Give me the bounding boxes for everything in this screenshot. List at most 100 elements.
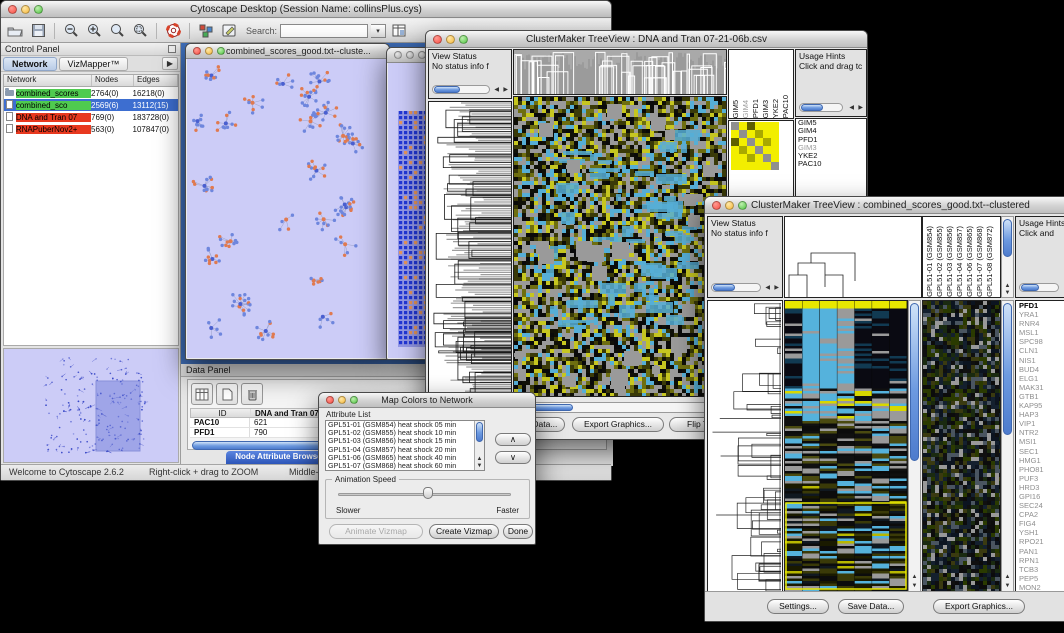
usage-hints-scrollbar[interactable]	[1019, 283, 1059, 292]
scroll-left-icon[interactable]: ◀	[765, 285, 770, 291]
treeview1-titlebar[interactable]: ClusterMaker TreeView : DNA and Tran 07-…	[426, 31, 867, 48]
matrix-cell[interactable]	[755, 130, 763, 138]
matrix-cell[interactable]	[739, 154, 747, 162]
search-dropdown-arrow[interactable]: ▾	[371, 24, 386, 38]
save-session-button[interactable]	[28, 22, 48, 40]
tv1-row-label[interactable]: PAC10	[796, 160, 866, 168]
close-button[interactable]	[193, 47, 201, 55]
zoom-button[interactable]	[34, 5, 43, 14]
scroll-left-icon[interactable]: ◀	[494, 87, 499, 93]
gene-label[interactable]: YSH1	[1016, 528, 1064, 537]
gene-label[interactable]: PAN1	[1016, 547, 1064, 556]
gene-label[interactable]: CLN1	[1016, 346, 1064, 355]
annotation-icon[interactable]	[219, 22, 239, 40]
edges-column-header[interactable]: Edges	[134, 75, 178, 86]
minimize-button[interactable]	[725, 201, 734, 210]
gene-label[interactable]: BUD4	[1016, 365, 1064, 374]
zoom-button[interactable]	[738, 201, 747, 210]
birdseye-view[interactable]	[3, 348, 179, 463]
gene-label[interactable]: KAP95	[1016, 401, 1064, 410]
tv2-save-data-button[interactable]: Save Data...	[838, 599, 904, 614]
scroll-left-icon[interactable]: ◀	[849, 105, 854, 111]
matrix-cell[interactable]	[747, 154, 755, 162]
tv1-similarity-matrix[interactable]	[731, 122, 779, 170]
matrix-cell[interactable]	[771, 154, 779, 162]
gene-label[interactable]: FIG4	[1016, 519, 1064, 528]
matrix-cell[interactable]	[755, 122, 763, 130]
create-vizmap-button[interactable]: Create Vizmap	[429, 524, 499, 539]
attribute-list[interactable]: GPL51-01 (GSM854) heat shock 05 minGPL51…	[325, 420, 485, 471]
float-panel-icon[interactable]	[168, 45, 176, 53]
tv2-overview-scrollbar[interactable]: ▲ ▼	[1001, 300, 1014, 593]
tv2-column-dendrogram[interactable]	[784, 216, 922, 298]
network-tree-row[interactable]: RNAPuberNov2+563(0)107847(0)	[4, 123, 178, 135]
tv2-heatmap[interactable]	[784, 300, 908, 593]
matrix-cell[interactable]	[739, 146, 747, 154]
help-lifering-icon[interactable]	[163, 22, 183, 40]
tv2-global-overview[interactable]	[922, 300, 1001, 593]
open-file-button[interactable]	[5, 22, 25, 40]
close-button[interactable]	[433, 35, 442, 44]
scroll-right-icon[interactable]: ▶	[503, 87, 508, 93]
minimize-button[interactable]	[406, 51, 414, 59]
close-button[interactable]	[8, 5, 17, 14]
matrix-cell[interactable]	[763, 122, 771, 130]
minimize-button[interactable]	[338, 396, 346, 404]
gene-label[interactable]: ELG1	[1016, 374, 1064, 383]
matrix-cell[interactable]	[771, 122, 779, 130]
gene-label[interactable]: YRA1	[1016, 310, 1064, 319]
gene-label[interactable]: PEP5	[1016, 574, 1064, 583]
tab-overflow-arrow[interactable]: ▶	[162, 57, 178, 70]
tab-network[interactable]: Network	[3, 57, 57, 71]
slider-thumb[interactable]	[423, 487, 433, 499]
tv2-heatmap-scrollbar[interactable]: ▲ ▼	[908, 300, 921, 593]
zoom-out-icon[interactable]	[61, 22, 81, 40]
minimize-button[interactable]	[21, 5, 30, 14]
tv1-export-graphics-button[interactable]: Export Graphics...	[572, 417, 664, 432]
matrix-cell[interactable]	[731, 138, 739, 146]
move-up-button[interactable]: ∧	[495, 433, 531, 446]
matrix-cell[interactable]	[739, 138, 747, 146]
attribute-list-item[interactable]: GPL51-07 (GSM868) heat shock 60 min	[326, 462, 484, 470]
minimize-button[interactable]	[446, 35, 455, 44]
treeview2-titlebar[interactable]: ClusterMaker TreeView : combined_scores_…	[705, 197, 1064, 214]
gene-label[interactable]: CPA2	[1016, 510, 1064, 519]
matrix-cell[interactable]	[755, 138, 763, 146]
gene-label[interactable]: HMG1	[1016, 456, 1064, 465]
tab-vizmapper[interactable]: VizMapper™	[59, 57, 129, 71]
matrix-cell[interactable]	[747, 138, 755, 146]
delete-attribute-trash-icon[interactable]	[241, 383, 263, 405]
attribute-list-scrollbar[interactable]: ▲ ▼	[474, 421, 484, 470]
gene-label[interactable]: HAP3	[1016, 410, 1064, 419]
matrix-cell[interactable]	[763, 154, 771, 162]
gene-label[interactable]: PFD1	[1016, 301, 1064, 310]
matrix-cell[interactable]	[763, 138, 771, 146]
matrix-cell[interactable]	[747, 130, 755, 138]
view-status-scrollbar[interactable]	[711, 283, 761, 292]
tv2-settings-button[interactable]: Settings...	[767, 599, 829, 614]
scroll-right-icon[interactable]: ▶	[858, 105, 863, 111]
gene-label[interactable]: SPC98	[1016, 337, 1064, 346]
close-button[interactable]	[712, 201, 721, 210]
usage-hints-scrollbar[interactable]	[799, 103, 843, 112]
select-attributes-icon[interactable]	[191, 383, 213, 405]
matrix-cell[interactable]	[747, 146, 755, 154]
matrix-cell[interactable]	[731, 122, 739, 130]
matrix-cell[interactable]	[763, 146, 771, 154]
network-tree-row[interactable]: DNA and Tran 07769(0)183728(0)	[4, 111, 178, 123]
zoom-in-icon[interactable]	[84, 22, 104, 40]
zoom-button[interactable]	[350, 396, 358, 404]
tv2-top-scrollbar[interactable]: ▲ ▼	[1001, 216, 1014, 298]
matrix-cell[interactable]	[731, 162, 739, 170]
matrix-cell[interactable]	[755, 146, 763, 154]
scroll-right-icon[interactable]: ▶	[774, 285, 779, 291]
gene-label[interactable]: MSL1	[1016, 328, 1064, 337]
view-status-scrollbar[interactable]	[432, 85, 490, 94]
nodes-column-header[interactable]: Nodes	[92, 75, 134, 86]
gene-label[interactable]: RPN1	[1016, 556, 1064, 565]
matrix-cell[interactable]	[739, 130, 747, 138]
gene-label[interactable]: NTR2	[1016, 428, 1064, 437]
zoom-button[interactable]	[459, 35, 468, 44]
network-tree-row[interactable]: combined_sco2569(6)13112(15)	[4, 99, 178, 111]
close-button[interactable]	[394, 51, 402, 59]
